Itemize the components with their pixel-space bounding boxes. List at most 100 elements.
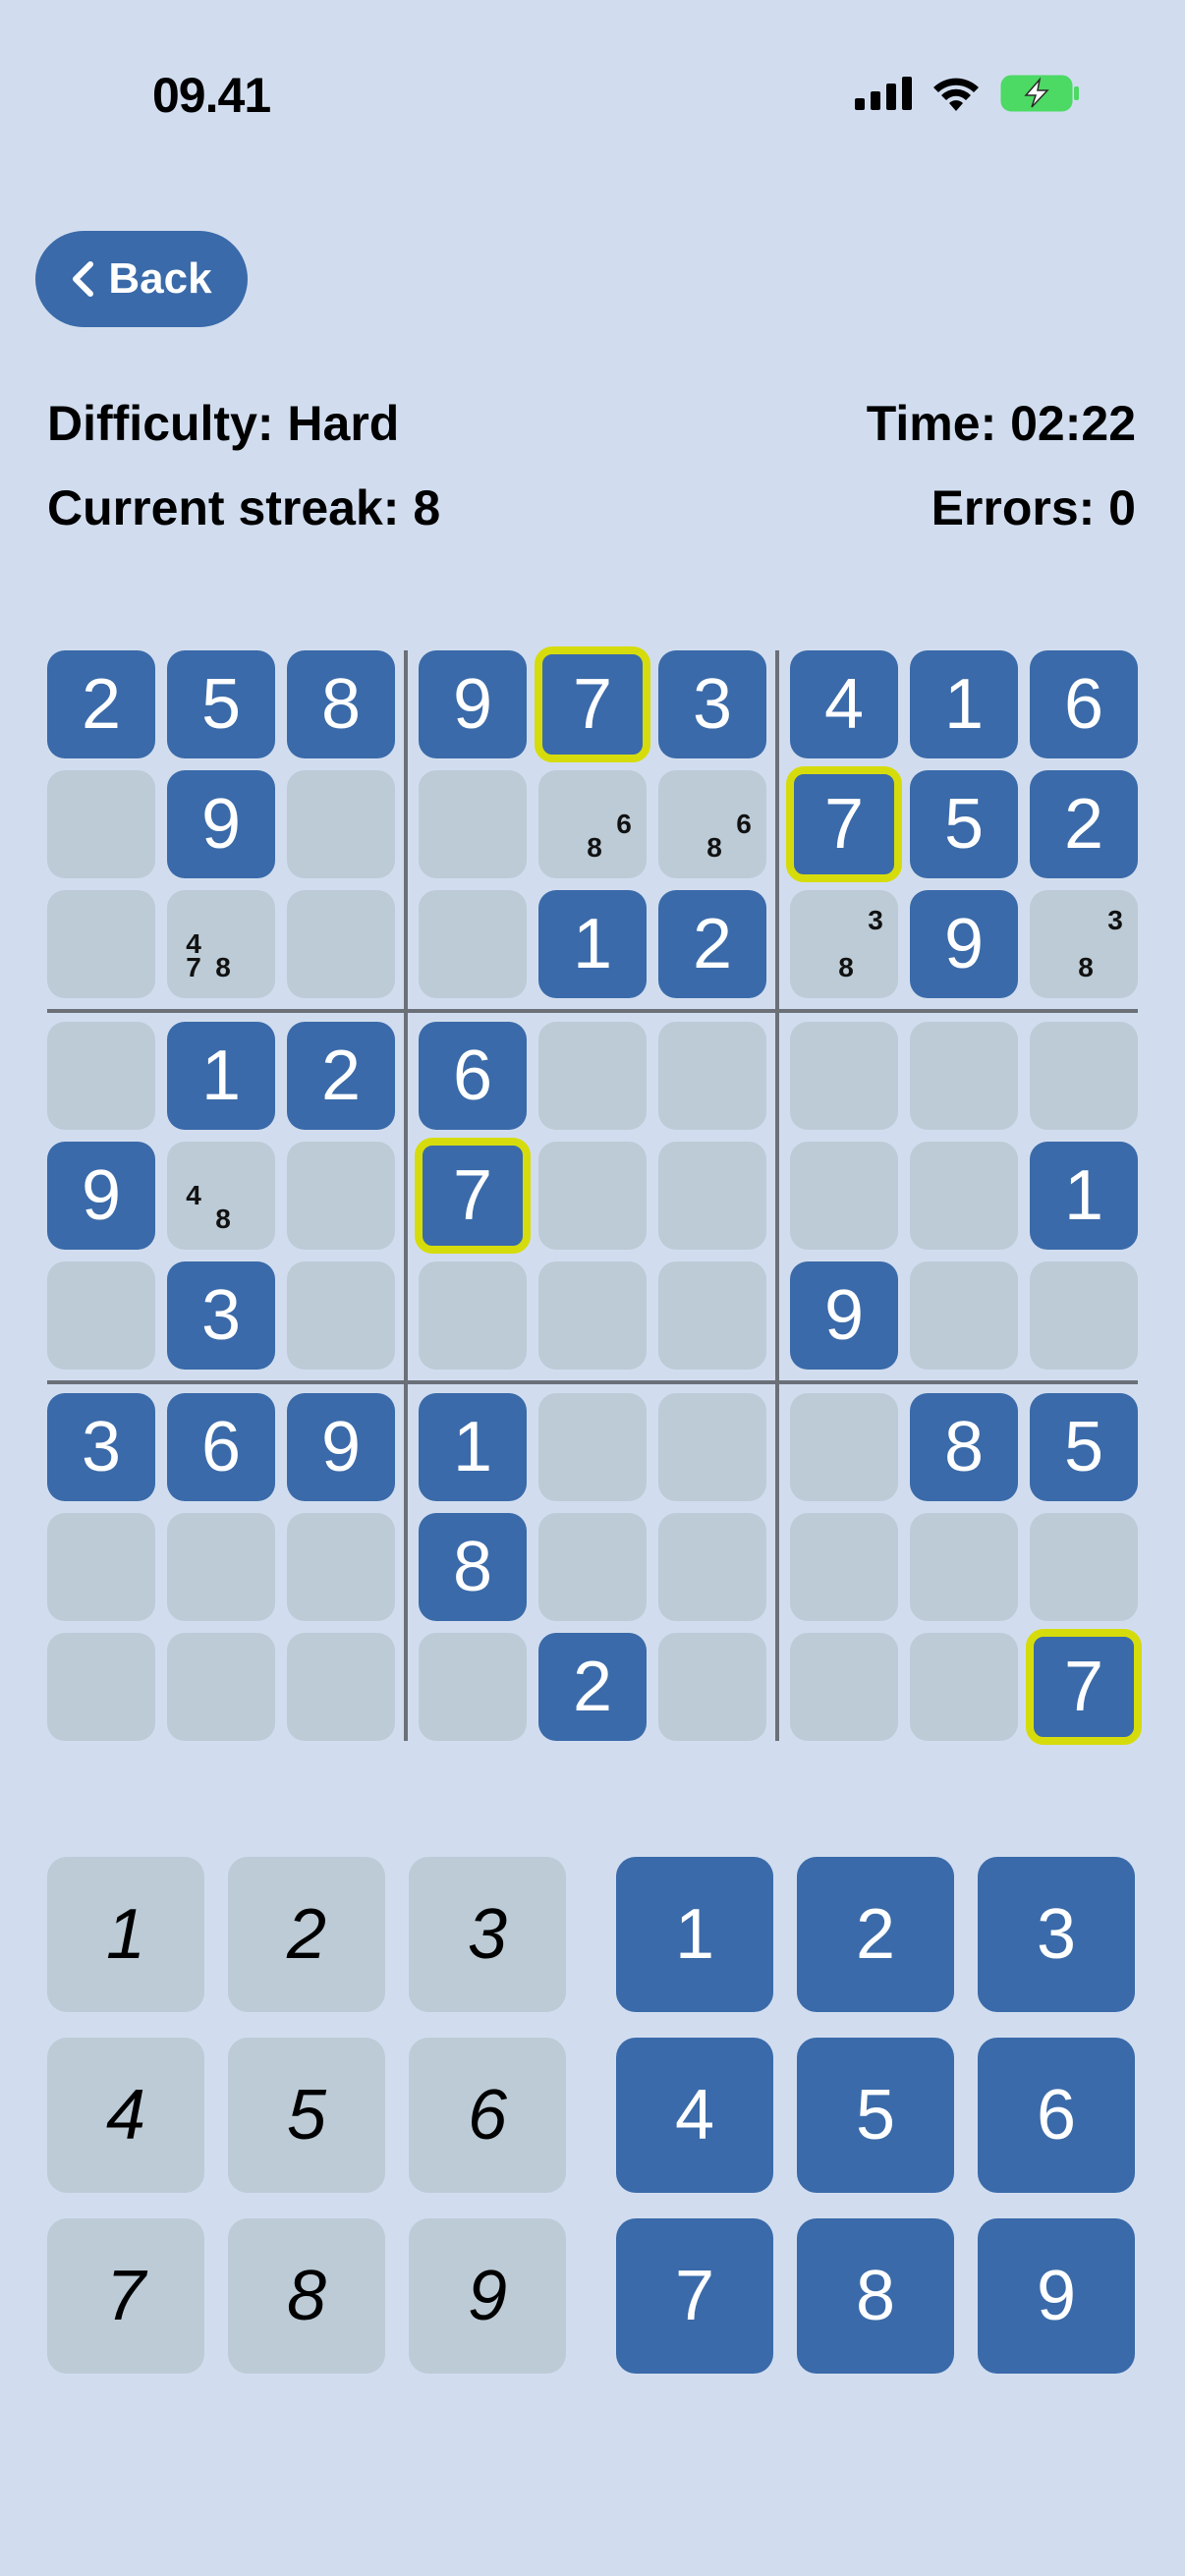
board-cell[interactable]: [287, 1513, 395, 1621]
board-cell[interactable]: [287, 890, 395, 998]
number-key-5[interactable]: 5: [797, 2038, 954, 2193]
board-cell[interactable]: 7: [786, 766, 902, 882]
board-cell[interactable]: 9: [419, 650, 527, 758]
board-cell[interactable]: [167, 1513, 275, 1621]
board-cell[interactable]: 2: [1030, 770, 1138, 878]
number-key-7[interactable]: 7: [616, 2218, 773, 2374]
board-cell[interactable]: [658, 1261, 766, 1370]
board-cell[interactable]: 9: [790, 1261, 898, 1370]
board-cell[interactable]: [910, 1633, 1018, 1741]
board-cell[interactable]: 38: [1030, 890, 1138, 998]
note-key-6[interactable]: 6: [409, 2038, 566, 2193]
note-key-7[interactable]: 7: [47, 2218, 204, 2374]
board-cell[interactable]: [910, 1142, 1018, 1250]
board-cell[interactable]: 7: [1026, 1629, 1142, 1745]
board-cell[interactable]: [47, 1261, 155, 1370]
board-cell[interactable]: 2: [658, 890, 766, 998]
note-key-2[interactable]: 2: [228, 1857, 385, 2012]
board-cell[interactable]: 6: [419, 1022, 527, 1130]
board-cell[interactable]: [287, 770, 395, 878]
board-cell[interactable]: 3: [47, 1393, 155, 1501]
number-key-2[interactable]: 2: [797, 1857, 954, 2012]
board-cell[interactable]: 1: [538, 890, 647, 998]
note-key-8[interactable]: 8: [228, 2218, 385, 2374]
board-cell[interactable]: 7: [415, 1138, 531, 1254]
number-key-4[interactable]: 4: [616, 2038, 773, 2193]
board-cell[interactable]: 9: [47, 1142, 155, 1250]
board-cell[interactable]: 5: [167, 650, 275, 758]
board-cell[interactable]: [167, 1633, 275, 1741]
board-cell[interactable]: 6: [1030, 650, 1138, 758]
board-cell[interactable]: [47, 1513, 155, 1621]
note-key-4[interactable]: 4: [47, 2038, 204, 2193]
board-cell[interactable]: [419, 1261, 527, 1370]
number-key-3[interactable]: 3: [978, 1857, 1135, 2012]
board-cell[interactable]: [1030, 1513, 1138, 1621]
board-cell[interactable]: 2: [287, 1022, 395, 1130]
board-cell[interactable]: [287, 1633, 395, 1741]
board-cell[interactable]: 8: [419, 1513, 527, 1621]
board-cell[interactable]: [419, 770, 527, 878]
note-key-1[interactable]: 1: [47, 1857, 204, 2012]
board-cell[interactable]: [538, 1513, 647, 1621]
board-cell[interactable]: [1030, 1022, 1138, 1130]
board-cell[interactable]: 478: [167, 890, 275, 998]
board-cell[interactable]: [47, 1633, 155, 1741]
note-key-5[interactable]: 5: [228, 2038, 385, 2193]
board-cell[interactable]: [538, 1393, 647, 1501]
board-cell[interactable]: [287, 1261, 395, 1370]
board-cell[interactable]: [658, 1393, 766, 1501]
board-cell[interactable]: 1: [910, 650, 1018, 758]
back-button[interactable]: Back: [35, 231, 248, 327]
board-cell[interactable]: 2: [538, 1633, 647, 1741]
number-key-1[interactable]: 1: [616, 1857, 773, 2012]
board-cell[interactable]: [658, 1022, 766, 1130]
board-cell[interactable]: 5: [1030, 1393, 1138, 1501]
board-cell[interactable]: 68: [658, 770, 766, 878]
board-cell[interactable]: [790, 1142, 898, 1250]
board-cell[interactable]: [419, 1633, 527, 1741]
board-cell[interactable]: [790, 1513, 898, 1621]
board-cell[interactable]: [538, 1261, 647, 1370]
board-cell[interactable]: [1030, 1261, 1138, 1370]
board-cell[interactable]: [287, 1142, 395, 1250]
board-cell[interactable]: [538, 1142, 647, 1250]
board-cell[interactable]: [910, 1022, 1018, 1130]
board-cell[interactable]: 3: [658, 650, 766, 758]
board-cell[interactable]: 8: [287, 650, 395, 758]
board-cell[interactable]: 1: [1030, 1142, 1138, 1250]
note-key-3[interactable]: 3: [409, 1857, 566, 2012]
board-cell[interactable]: 1: [167, 1022, 275, 1130]
board-cell[interactable]: [47, 890, 155, 998]
board-cell[interactable]: [790, 1633, 898, 1741]
board-cell[interactable]: [658, 1142, 766, 1250]
board-cell[interactable]: [658, 1633, 766, 1741]
board-cell[interactable]: 48: [167, 1142, 275, 1250]
board-cell[interactable]: [790, 1022, 898, 1130]
note-key-9[interactable]: 9: [409, 2218, 566, 2374]
board-cell[interactable]: [47, 770, 155, 878]
board-cell[interactable]: 68: [538, 770, 647, 878]
board-cell[interactable]: [658, 1513, 766, 1621]
number-key-6[interactable]: 6: [978, 2038, 1135, 2193]
board-cell[interactable]: 7: [535, 646, 650, 762]
board-cell[interactable]: [790, 1393, 898, 1501]
board-cell[interactable]: [910, 1513, 1018, 1621]
board-cell[interactable]: 9: [287, 1393, 395, 1501]
board-cell[interactable]: [47, 1022, 155, 1130]
board-cell[interactable]: 2: [47, 650, 155, 758]
board-cell[interactable]: 9: [910, 890, 1018, 998]
board-cell[interactable]: 4: [790, 650, 898, 758]
number-key-8[interactable]: 8: [797, 2218, 954, 2374]
board-cell[interactable]: 9: [167, 770, 275, 878]
board-cell[interactable]: 6: [167, 1393, 275, 1501]
board-cell[interactable]: 3: [167, 1261, 275, 1370]
board-cell[interactable]: [910, 1261, 1018, 1370]
board-cell[interactable]: 8: [910, 1393, 1018, 1501]
board-cell[interactable]: 5: [910, 770, 1018, 878]
board-cell[interactable]: 38: [790, 890, 898, 998]
number-key-9[interactable]: 9: [978, 2218, 1135, 2374]
board-cell[interactable]: 1: [419, 1393, 527, 1501]
board-cell[interactable]: [419, 890, 527, 998]
board-cell[interactable]: [538, 1022, 647, 1130]
